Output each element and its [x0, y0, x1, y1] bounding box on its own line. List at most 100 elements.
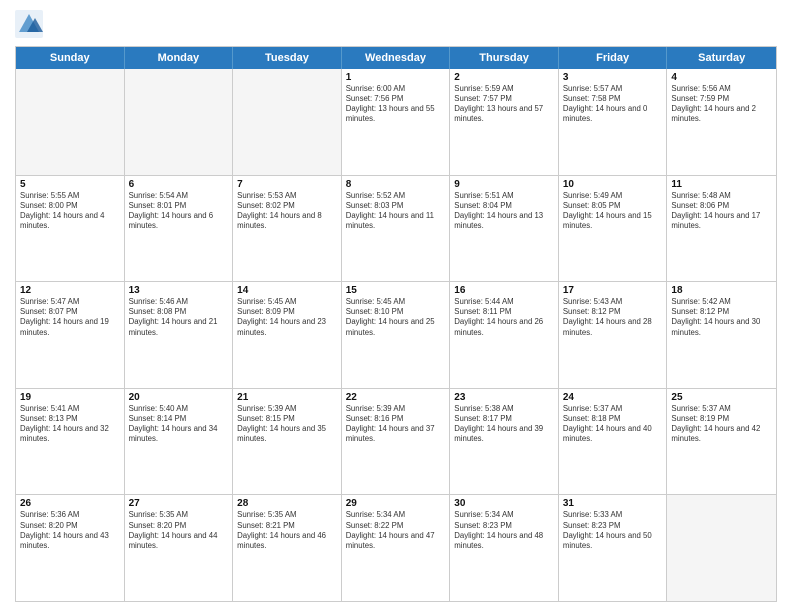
calendar-cell: 8Sunrise: 5:52 AM Sunset: 8:03 PM Daylig…: [342, 176, 451, 282]
day-number: 16: [454, 285, 554, 296]
day-number: 14: [237, 285, 337, 296]
cell-info: Sunrise: 5:33 AM Sunset: 8:23 PM Dayligh…: [563, 510, 663, 551]
day-number: 2: [454, 72, 554, 83]
calendar-cell: 20Sunrise: 5:40 AM Sunset: 8:14 PM Dayli…: [125, 389, 234, 495]
cell-info: Sunrise: 5:35 AM Sunset: 8:20 PM Dayligh…: [129, 510, 229, 551]
calendar-cell: 6Sunrise: 5:54 AM Sunset: 8:01 PM Daylig…: [125, 176, 234, 282]
cell-info: Sunrise: 5:53 AM Sunset: 8:02 PM Dayligh…: [237, 191, 337, 232]
calendar-cell: [125, 69, 234, 175]
cell-info: Sunrise: 5:52 AM Sunset: 8:03 PM Dayligh…: [346, 191, 446, 232]
calendar-cell: 12Sunrise: 5:47 AM Sunset: 8:07 PM Dayli…: [16, 282, 125, 388]
cell-info: Sunrise: 5:44 AM Sunset: 8:11 PM Dayligh…: [454, 297, 554, 338]
cell-info: Sunrise: 5:47 AM Sunset: 8:07 PM Dayligh…: [20, 297, 120, 338]
cell-info: Sunrise: 5:49 AM Sunset: 8:05 PM Dayligh…: [563, 191, 663, 232]
day-number: 23: [454, 392, 554, 403]
day-number: 21: [237, 392, 337, 403]
calendar-cell: 13Sunrise: 5:46 AM Sunset: 8:08 PM Dayli…: [125, 282, 234, 388]
day-number: 5: [20, 179, 120, 190]
day-number: 20: [129, 392, 229, 403]
day-of-week-header: Thursday: [450, 47, 559, 69]
day-number: 13: [129, 285, 229, 296]
cell-info: Sunrise: 5:36 AM Sunset: 8:20 PM Dayligh…: [20, 510, 120, 551]
calendar-cell: 10Sunrise: 5:49 AM Sunset: 8:05 PM Dayli…: [559, 176, 668, 282]
day-number: 25: [671, 392, 772, 403]
calendar-cell: 19Sunrise: 5:41 AM Sunset: 8:13 PM Dayli…: [16, 389, 125, 495]
calendar-cell: 2Sunrise: 5:59 AM Sunset: 7:57 PM Daylig…: [450, 69, 559, 175]
calendar-cell: 14Sunrise: 5:45 AM Sunset: 8:09 PM Dayli…: [233, 282, 342, 388]
day-number: 17: [563, 285, 663, 296]
calendar-cell: 17Sunrise: 5:43 AM Sunset: 8:12 PM Dayli…: [559, 282, 668, 388]
calendar-cell: [16, 69, 125, 175]
calendar-row: 12Sunrise: 5:47 AM Sunset: 8:07 PM Dayli…: [16, 282, 776, 389]
cell-info: Sunrise: 5:37 AM Sunset: 8:18 PM Dayligh…: [563, 404, 663, 445]
day-number: 9: [454, 179, 554, 190]
calendar-body: 1Sunrise: 6:00 AM Sunset: 7:56 PM Daylig…: [16, 69, 776, 601]
cell-info: Sunrise: 5:39 AM Sunset: 8:16 PM Dayligh…: [346, 404, 446, 445]
day-number: 24: [563, 392, 663, 403]
calendar-cell: 25Sunrise: 5:37 AM Sunset: 8:19 PM Dayli…: [667, 389, 776, 495]
calendar-cell: 29Sunrise: 5:34 AM Sunset: 8:22 PM Dayli…: [342, 495, 451, 601]
day-number: 11: [671, 179, 772, 190]
calendar-cell: 23Sunrise: 5:38 AM Sunset: 8:17 PM Dayli…: [450, 389, 559, 495]
day-number: 26: [20, 498, 120, 509]
calendar-row: 1Sunrise: 6:00 AM Sunset: 7:56 PM Daylig…: [16, 69, 776, 176]
calendar-cell: 24Sunrise: 5:37 AM Sunset: 8:18 PM Dayli…: [559, 389, 668, 495]
cell-info: Sunrise: 5:34 AM Sunset: 8:22 PM Dayligh…: [346, 510, 446, 551]
cell-info: Sunrise: 5:38 AM Sunset: 8:17 PM Dayligh…: [454, 404, 554, 445]
day-of-week-header: Tuesday: [233, 47, 342, 69]
day-of-week-header: Friday: [559, 47, 668, 69]
cell-info: Sunrise: 5:35 AM Sunset: 8:21 PM Dayligh…: [237, 510, 337, 551]
cell-info: Sunrise: 5:43 AM Sunset: 8:12 PM Dayligh…: [563, 297, 663, 338]
day-of-week-header: Wednesday: [342, 47, 451, 69]
calendar-cell: 5Sunrise: 5:55 AM Sunset: 8:00 PM Daylig…: [16, 176, 125, 282]
cell-info: Sunrise: 5:48 AM Sunset: 8:06 PM Dayligh…: [671, 191, 772, 232]
calendar-cell: 22Sunrise: 5:39 AM Sunset: 8:16 PM Dayli…: [342, 389, 451, 495]
calendar-row: 5Sunrise: 5:55 AM Sunset: 8:00 PM Daylig…: [16, 176, 776, 283]
day-number: 31: [563, 498, 663, 509]
day-number: 30: [454, 498, 554, 509]
day-number: 4: [671, 72, 772, 83]
day-number: 7: [237, 179, 337, 190]
day-number: 6: [129, 179, 229, 190]
header: [15, 10, 777, 38]
cell-info: Sunrise: 5:34 AM Sunset: 8:23 PM Dayligh…: [454, 510, 554, 551]
calendar-header: SundayMondayTuesdayWednesdayThursdayFrid…: [16, 47, 776, 69]
calendar-cell: [233, 69, 342, 175]
cell-info: Sunrise: 5:59 AM Sunset: 7:57 PM Dayligh…: [454, 84, 554, 125]
cell-info: Sunrise: 5:40 AM Sunset: 8:14 PM Dayligh…: [129, 404, 229, 445]
logo: [15, 10, 47, 38]
calendar-cell: [667, 495, 776, 601]
cell-info: Sunrise: 5:54 AM Sunset: 8:01 PM Dayligh…: [129, 191, 229, 232]
calendar-cell: 18Sunrise: 5:42 AM Sunset: 8:12 PM Dayli…: [667, 282, 776, 388]
cell-info: Sunrise: 5:45 AM Sunset: 8:10 PM Dayligh…: [346, 297, 446, 338]
cell-info: Sunrise: 5:39 AM Sunset: 8:15 PM Dayligh…: [237, 404, 337, 445]
day-of-week-header: Sunday: [16, 47, 125, 69]
cell-info: Sunrise: 5:55 AM Sunset: 8:00 PM Dayligh…: [20, 191, 120, 232]
calendar-cell: 21Sunrise: 5:39 AM Sunset: 8:15 PM Dayli…: [233, 389, 342, 495]
cell-info: Sunrise: 5:51 AM Sunset: 8:04 PM Dayligh…: [454, 191, 554, 232]
calendar-cell: 1Sunrise: 6:00 AM Sunset: 7:56 PM Daylig…: [342, 69, 451, 175]
cell-info: Sunrise: 5:42 AM Sunset: 8:12 PM Dayligh…: [671, 297, 772, 338]
cell-info: Sunrise: 5:41 AM Sunset: 8:13 PM Dayligh…: [20, 404, 120, 445]
calendar-row: 26Sunrise: 5:36 AM Sunset: 8:20 PM Dayli…: [16, 495, 776, 601]
cell-info: Sunrise: 5:46 AM Sunset: 8:08 PM Dayligh…: [129, 297, 229, 338]
calendar-cell: 26Sunrise: 5:36 AM Sunset: 8:20 PM Dayli…: [16, 495, 125, 601]
day-number: 8: [346, 179, 446, 190]
calendar-cell: 27Sunrise: 5:35 AM Sunset: 8:20 PM Dayli…: [125, 495, 234, 601]
calendar-cell: 31Sunrise: 5:33 AM Sunset: 8:23 PM Dayli…: [559, 495, 668, 601]
day-number: 10: [563, 179, 663, 190]
calendar-cell: 15Sunrise: 5:45 AM Sunset: 8:10 PM Dayli…: [342, 282, 451, 388]
cell-info: Sunrise: 6:00 AM Sunset: 7:56 PM Dayligh…: [346, 84, 446, 125]
day-number: 28: [237, 498, 337, 509]
calendar-row: 19Sunrise: 5:41 AM Sunset: 8:13 PM Dayli…: [16, 389, 776, 496]
calendar-cell: 11Sunrise: 5:48 AM Sunset: 8:06 PM Dayli…: [667, 176, 776, 282]
page: SundayMondayTuesdayWednesdayThursdayFrid…: [0, 0, 792, 612]
day-number: 18: [671, 285, 772, 296]
cell-info: Sunrise: 5:37 AM Sunset: 8:19 PM Dayligh…: [671, 404, 772, 445]
cell-info: Sunrise: 5:56 AM Sunset: 7:59 PM Dayligh…: [671, 84, 772, 125]
day-number: 29: [346, 498, 446, 509]
day-number: 27: [129, 498, 229, 509]
day-number: 12: [20, 285, 120, 296]
day-number: 3: [563, 72, 663, 83]
calendar-cell: 3Sunrise: 5:57 AM Sunset: 7:58 PM Daylig…: [559, 69, 668, 175]
